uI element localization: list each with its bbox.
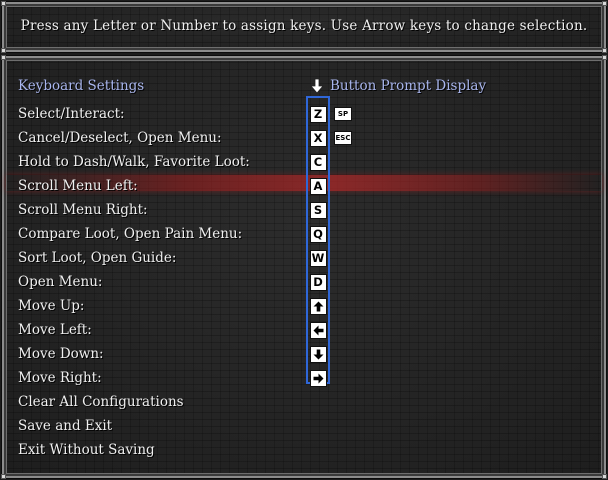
key-cap: D [309, 273, 327, 291]
key-slot[interactable]: Z [308, 105, 328, 123]
menu-item-clear-all-configurations[interactable]: Clear All Configurations [18, 390, 250, 414]
frame-corner [1, 1, 6, 6]
key-slot[interactable]: C [308, 153, 328, 171]
menu-item-select-interact[interactable]: Select/Interact: [18, 102, 250, 126]
key-slot[interactable]: Q [308, 225, 328, 243]
help-panel: Press any Letter or Number to assign key… [1, 1, 607, 53]
key-cap: Z [309, 105, 327, 123]
menu-item-move-right[interactable]: Move Right: [18, 366, 250, 390]
key-cap: W [309, 249, 327, 267]
menu-item-save-and-exit[interactable]: Save and Exit [18, 414, 250, 438]
arrow-right-icon [309, 369, 327, 387]
key-slot[interactable]: X [308, 129, 328, 147]
frame-corner [602, 1, 607, 6]
menu-item-scroll-menu-right[interactable]: Scroll Menu Right: [18, 198, 250, 222]
arrow-down-icon [309, 345, 327, 363]
key-slot[interactable]: S [308, 201, 328, 219]
key-slot[interactable]: D [308, 273, 328, 291]
keybinding-list: Select/Interact: Cancel/Deselect, Open Me… [18, 102, 250, 462]
button-prompt-display-title: Button Prompt Display [330, 78, 487, 94]
key-cap: Q [309, 225, 327, 243]
frame-corner [1, 474, 6, 479]
menu-item-scroll-menu-left[interactable]: Scroll Menu Left: [18, 174, 250, 198]
arrow-down-icon [308, 77, 326, 95]
menu-item-compare-loot-open-pain-menu[interactable]: Compare Loot, Open Pain Menu: [18, 222, 250, 246]
alt-key-cap: ESC [334, 131, 352, 145]
key-slot[interactable] [308, 345, 328, 363]
frame-corner [602, 55, 607, 60]
key-slot[interactable]: W [308, 249, 328, 267]
key-slot[interactable] [308, 321, 328, 339]
menu-item-move-left[interactable]: Move Left: [18, 318, 250, 342]
menu-item-move-down[interactable]: Move Down: [18, 342, 250, 366]
key-cap: C [309, 153, 327, 171]
arrow-left-icon [309, 321, 327, 339]
help-text: Press any Letter or Number to assign key… [20, 18, 588, 34]
key-slot[interactable]: A [308, 177, 328, 195]
frame-corner [1, 55, 6, 60]
menu-item-move-up[interactable]: Move Up: [18, 294, 250, 318]
menu-item-cancel-deselect-open-menu[interactable]: Cancel/Deselect, Open Menu: [18, 126, 250, 150]
key-slot[interactable] [308, 369, 328, 387]
arrow-up-icon [309, 297, 327, 315]
keyboard-settings-panel: Keyboard Settings Button Prompt Display … [1, 55, 607, 479]
alt-key-cap: SP [334, 107, 352, 121]
menu-item-open-menu[interactable]: Open Menu: [18, 270, 250, 294]
keyboard-settings-title: Keyboard Settings [18, 78, 145, 94]
frame-corner [602, 48, 607, 53]
menu-item-sort-loot-open-guide[interactable]: Sort Loot, Open Guide: [18, 246, 250, 270]
menu-item-exit-without-saving[interactable]: Exit Without Saving [18, 438, 250, 462]
frame-corner [602, 474, 607, 479]
key-cap: A [309, 177, 327, 195]
key-cap: X [309, 129, 327, 147]
key-slot[interactable] [308, 297, 328, 315]
frame-corner [1, 48, 6, 53]
key-cap: S [309, 201, 327, 219]
menu-item-hold-to-dash-walk-favorite-loot[interactable]: Hold to Dash/Walk, Favorite Loot: [18, 150, 250, 174]
